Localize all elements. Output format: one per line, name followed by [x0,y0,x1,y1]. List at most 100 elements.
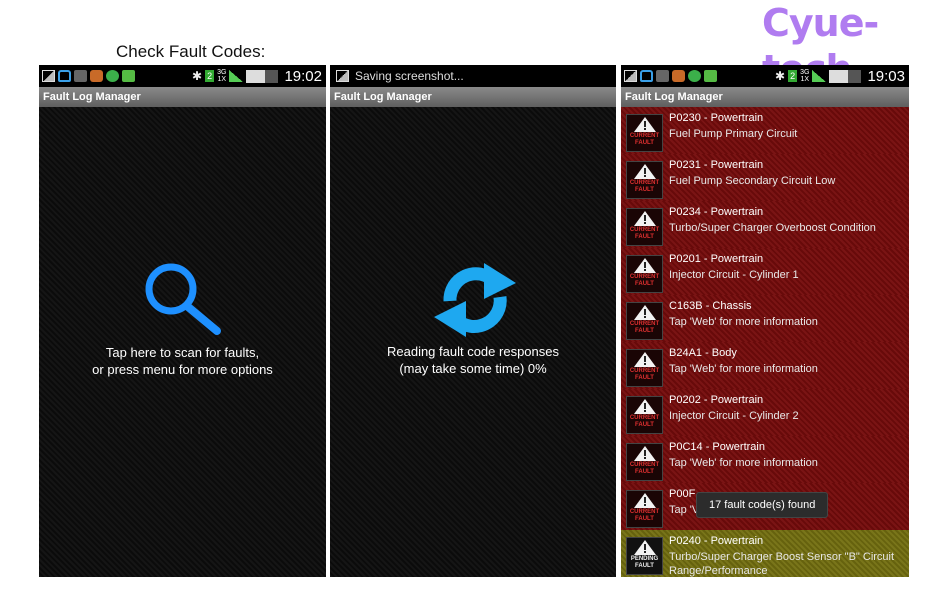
warning-triangle-icon [633,493,656,508]
fault-code-title: B24A1 - Body [669,347,737,359]
fault-list-item[interactable]: CURRENT FAULT P0231 - Powertrain Fuel Pump … [621,154,909,201]
fault-status-badge: CURRENT FAULT [626,255,663,293]
warning-triangle-icon [633,540,656,555]
fault-code-title: C163B - Chassis [669,300,752,312]
badge-label: FAULT [635,469,654,475]
network-type: 3G 1X [217,69,227,83]
fault-list-item[interactable]: CURRENT FAULT B24A1 - Body Tap 'Web' for mo… [621,342,909,389]
badge-label: FAULT [635,328,654,334]
fault-list-item[interactable]: CURRENT FAULT P0202 - Powertrain Injector C… [621,389,909,436]
badge-label: PENDING [630,556,659,562]
fault-count-toast: 17 fault code(s) found [696,492,829,518]
warning-triangle-icon [633,164,656,179]
android-icon [106,70,119,82]
fault-code-title: P0C14 - Powertrain [669,441,765,453]
refresh-icon [434,263,516,337]
bluetooth-icon: ✱ [775,69,786,83]
badge-label: CURRENT [629,274,660,280]
badge-label: CURRENT [629,321,660,327]
fault-status-badge: CURRENT FAULT [626,161,663,199]
battery-status-icon [122,70,135,82]
app-icon [74,70,87,82]
badge-label: FAULT [635,422,654,428]
saving-screenshot-notice: Saving screenshot... [355,69,464,83]
reading-area: Reading fault code responses (may take s… [330,107,616,577]
badge-label: CURRENT [629,509,660,515]
badge-label: FAULT [635,234,654,240]
app-icon [656,70,669,82]
battery-icon [829,69,862,83]
badge-label: FAULT [635,516,654,522]
fault-list-item[interactable]: PENDING FAULT P0240 - Powertrain Turbo/Supe… [621,530,909,577]
badge-label: FAULT [635,281,654,287]
fault-code-title: P0231 - Powertrain [669,159,764,171]
signal-icon [812,70,827,82]
scan-area[interactable]: Tap here to scan for faults, or press me… [39,107,326,577]
fault-status-badge: CURRENT FAULT [626,490,663,528]
fault-status-badge: CURRENT FAULT [626,114,663,152]
fault-list-item[interactable]: CURRENT FAULT P0C14 - Powertrain Tap 'Web' … [621,436,909,483]
fault-status-badge: CURRENT FAULT [626,349,663,387]
fault-list-item[interactable]: CURRENT FAULT P0201 - Powertrain Injector C… [621,248,909,295]
fault-list-item[interactable]: CURRENT FAULT C163B - Chassis Tap 'Web' for… [621,295,909,342]
fault-description: Tap 'Web' for more information [669,363,818,375]
fault-status-badge: PENDING FAULT [626,537,663,575]
fault-status-badge: CURRENT FAULT [626,443,663,481]
fault-description: Injector Circuit - Cylinder 1 [669,269,799,281]
fault-code-title: P00F [669,488,696,500]
fault-code-title: P0230 - Powertrain [669,112,764,124]
fault-status-badge: CURRENT FAULT [626,302,663,340]
bluetooth-icon: ✱ [192,69,203,83]
badge-label: CURRENT [629,415,660,421]
fault-description: Turbo/Super Charger Boost Sensor "B" Cir… [669,551,895,577]
clock: 19:02 [284,67,322,85]
warning-triangle-icon [633,211,656,226]
badge-label: CURRENT [629,368,660,374]
fox-icon [90,70,103,82]
clock: 19:03 [867,67,905,85]
warning-triangle-icon [633,352,656,367]
warning-triangle-icon [633,446,656,461]
lock-icon [58,70,71,82]
warning-triangle-icon [633,399,656,414]
sim-indicator: 2 [205,70,215,82]
battery-status-icon [704,70,717,82]
signal-icon [229,70,244,82]
fault-list-item[interactable]: CURRENT FAULT P0230 - Powertrain Fuel Pump … [621,107,909,154]
warning-triangle-icon [633,305,656,320]
fault-code-title: P0202 - Powertrain [669,394,764,406]
fault-description: Tap 'Web' for more information [669,316,818,328]
phone-screen-reading: Saving screenshot... Fault Log Manager R… [330,65,616,577]
fault-status-badge: CURRENT FAULT [626,208,663,246]
app-title-bar: Fault Log Manager [39,87,326,107]
fault-description: Injector Circuit - Cylinder 2 [669,410,799,422]
fault-status-badge: CURRENT FAULT [626,396,663,434]
badge-label: FAULT [635,375,654,381]
app-title-bar: Fault Log Manager [330,87,616,107]
scan-instructions: Tap here to scan for faults, or press me… [92,345,273,377]
fault-code-title: P0234 - Powertrain [669,206,764,218]
status-bar: ✱ 2 3G 1X 19:02 [39,65,326,87]
android-icon [688,70,701,82]
warning-triangle-icon [633,258,656,273]
fault-description: Fuel Pump Primary Circuit [669,128,798,140]
lock-icon [640,70,653,82]
network-type: 3G 1X [800,69,810,83]
badge-label: CURRENT [629,180,660,186]
phone-screen-scan: ✱ 2 3G 1X 19:02 Fault Log Manager Tap her… [39,65,326,577]
badge-label: CURRENT [629,133,660,139]
fox-icon [672,70,685,82]
badge-label: FAULT [635,187,654,193]
fault-code-title: P0201 - Powertrain [669,253,764,265]
sim-indicator: 2 [788,70,798,82]
badge-label: FAULT [635,563,654,569]
phone-screen-results: ✱ 2 3G 1X 19:03 Fault Log Manager CURRENT… [621,65,909,577]
status-bar: ✱ 2 3G 1X 19:03 [621,65,909,87]
fault-list-item[interactable]: CURRENT FAULT P0234 - Powertrain Turbo/Supe… [621,201,909,248]
fault-description: Fuel Pump Secondary Circuit Low [669,175,836,187]
badge-label: CURRENT [629,462,660,468]
page-caption: Check Fault Codes: [116,42,266,61]
badge-label: CURRENT [629,227,660,233]
fault-description: Tap 'Web' for more information [669,457,818,469]
search-icon[interactable] [139,259,223,337]
